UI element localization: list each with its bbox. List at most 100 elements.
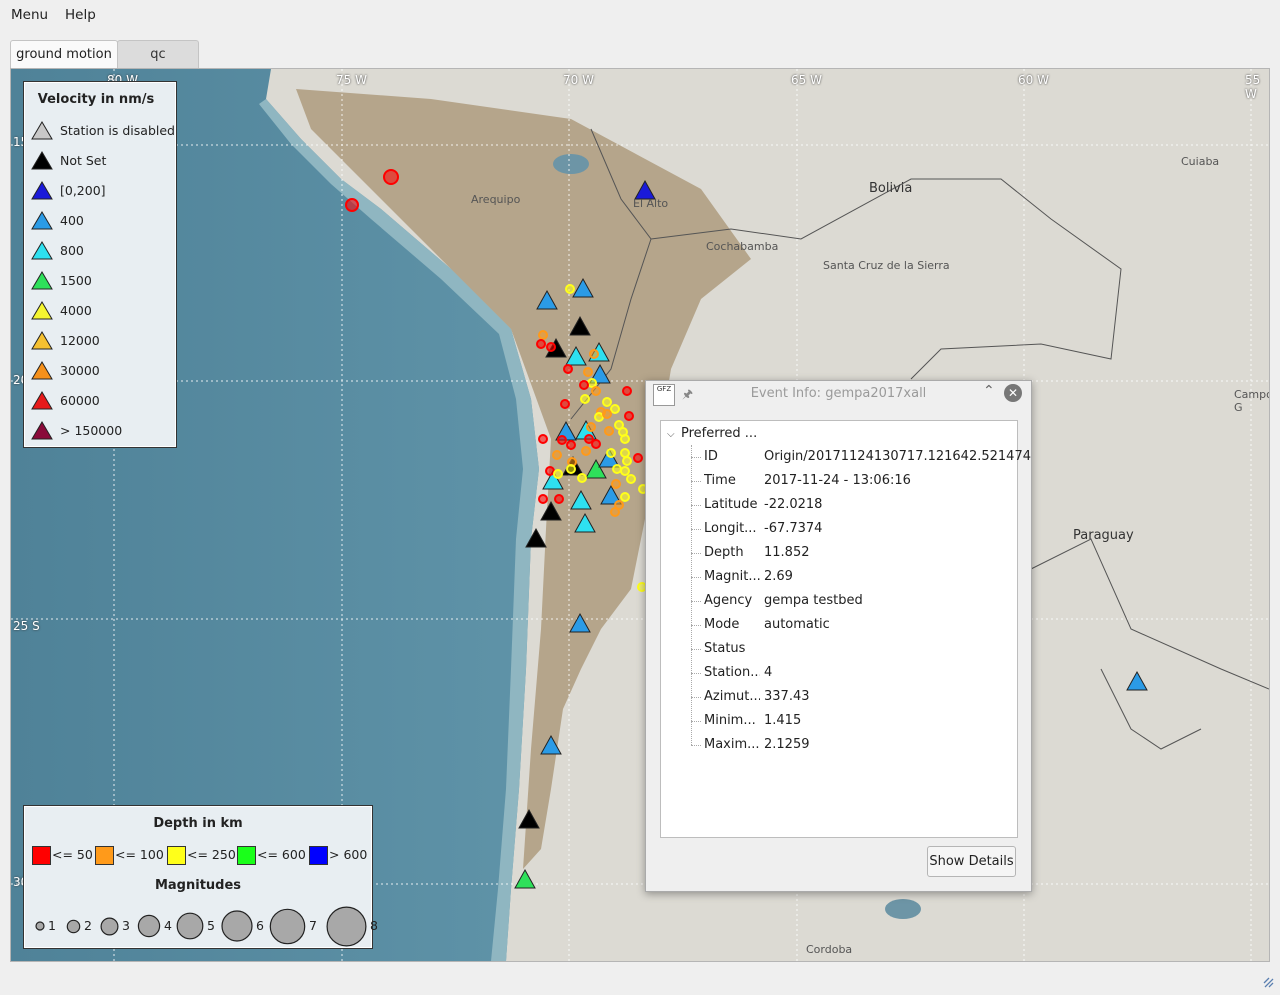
tree-branch xyxy=(691,697,701,698)
place-label: El Alto xyxy=(633,197,669,210)
tree-row-value: 4 xyxy=(764,665,773,680)
event-marker[interactable] xyxy=(624,411,634,421)
lon-label: 65 W xyxy=(791,73,822,87)
event-marker[interactable] xyxy=(606,448,616,458)
event-marker[interactable] xyxy=(563,364,573,374)
event-marker[interactable] xyxy=(587,378,597,388)
tree-branch xyxy=(691,481,701,482)
tree-root-preferred[interactable]: ⌵ Preferred ... xyxy=(667,426,757,441)
tab-ground-motion[interactable]: ground motion xyxy=(10,40,118,69)
tree-row[interactable]: Magnit... 2.69 xyxy=(691,565,1011,589)
event-info-tree[interactable]: ⌵ Preferred ... ID Origin/20171124130717.1… xyxy=(660,420,1031,838)
event-marker[interactable] xyxy=(612,464,622,474)
event-marker[interactable] xyxy=(622,456,632,466)
tree-row[interactable]: Latitude -22.0218 xyxy=(691,493,1011,517)
event-marker[interactable] xyxy=(560,399,570,409)
country-label: Bolivia xyxy=(869,181,913,196)
tree-row[interactable]: Azimut... 337.43 xyxy=(691,685,1011,709)
velocity-legend-item: 30000 xyxy=(30,360,178,382)
resize-grip-icon[interactable] xyxy=(1262,976,1276,990)
event-marker[interactable] xyxy=(604,426,614,436)
event-marker[interactable] xyxy=(610,404,620,414)
velocity-legend-label: Not Set xyxy=(60,153,107,168)
lon-label: 55 W xyxy=(1245,73,1261,101)
menu-item-help[interactable]: Help xyxy=(63,7,98,23)
event-marker[interactable] xyxy=(591,439,601,449)
velocity-legend-item: 60000 xyxy=(30,390,178,412)
tree-branch xyxy=(691,601,701,602)
velocity-legend-item: 800 xyxy=(30,240,178,262)
event-marker[interactable] xyxy=(577,473,587,483)
event-marker[interactable] xyxy=(620,492,630,502)
show-details-button[interactable]: Show Details xyxy=(927,846,1016,877)
event-marker[interactable] xyxy=(620,466,630,476)
magnitude-label: 8 xyxy=(370,918,378,933)
magnitude-label: 5 xyxy=(207,918,215,933)
triangle-icon xyxy=(31,121,53,140)
depth-color-swatch xyxy=(32,846,51,865)
depth-legend-title: Depth in km xyxy=(153,816,243,831)
tree-row[interactable]: Depth 11.852 xyxy=(691,541,1011,565)
event-marker[interactable] xyxy=(602,409,612,419)
event-marker[interactable] xyxy=(536,339,546,349)
event-marker[interactable] xyxy=(538,434,548,444)
event-marker[interactable] xyxy=(345,198,359,212)
event-marker[interactable] xyxy=(557,435,567,445)
event-marker[interactable] xyxy=(566,464,576,474)
close-icon[interactable]: ✕ xyxy=(1004,384,1022,402)
event-marker[interactable] xyxy=(591,386,601,396)
tree-branch xyxy=(691,553,701,554)
event-marker[interactable] xyxy=(589,349,599,359)
tree-branch xyxy=(691,505,701,506)
event-marker[interactable] xyxy=(626,474,636,484)
menu-item-menu[interactable]: Menu xyxy=(9,7,50,23)
event-marker[interactable] xyxy=(579,380,589,390)
tree-row[interactable]: Station... 4 xyxy=(691,661,1011,685)
event-marker[interactable] xyxy=(586,422,596,432)
tree-row[interactable]: Mode automatic xyxy=(691,613,1011,637)
velocity-legend-label: 4000 xyxy=(60,303,92,318)
tree-row[interactable]: Maxim... 2.1259 xyxy=(691,733,1011,757)
magnitude-label: 6 xyxy=(256,918,264,933)
tree-row[interactable]: Longit... -67.7374 xyxy=(691,517,1011,541)
tree-row[interactable]: Status xyxy=(691,637,1011,661)
event-marker[interactable] xyxy=(581,446,591,456)
menu-bar: Menu Help xyxy=(0,0,1280,32)
event-marker[interactable] xyxy=(554,494,564,504)
dialog-titlebar[interactable]: GFZ 🖈 Event Info: gempa2017xall ⌃ ✕ xyxy=(646,381,1031,407)
collapse-icon[interactable]: ⌃ xyxy=(983,383,995,399)
event-marker[interactable] xyxy=(552,450,562,460)
tree-row-value: 2.69 xyxy=(764,569,793,584)
tree-row[interactable]: Agency gempa testbed xyxy=(691,589,1011,613)
event-marker[interactable] xyxy=(580,394,590,404)
magnitude-label: 7 xyxy=(309,918,317,933)
tree-row[interactable]: ID Origin/20171124130717.121642.521474 xyxy=(691,445,1031,469)
event-marker[interactable] xyxy=(620,434,630,444)
event-marker[interactable] xyxy=(611,479,621,489)
event-marker[interactable] xyxy=(566,440,576,450)
event-marker[interactable] xyxy=(622,386,632,396)
event-marker[interactable] xyxy=(594,412,604,422)
event-marker[interactable] xyxy=(620,448,630,458)
event-marker[interactable] xyxy=(538,330,548,340)
tree-row[interactable]: Minim... 1.415 xyxy=(691,709,1011,733)
event-marker[interactable] xyxy=(546,342,556,352)
tree-row[interactable]: Time 2017-11-24 - 13:06:16 xyxy=(691,469,1011,493)
tab-qc[interactable]: qc xyxy=(117,40,199,69)
event-marker[interactable] xyxy=(565,284,575,294)
event-marker[interactable] xyxy=(545,466,555,476)
map-view[interactable]: 80 W 75 W 70 W 65 W 60 W 55 W 15 S 20 S … xyxy=(10,68,1270,962)
chevron-down-icon[interactable]: ⌵ xyxy=(667,429,681,440)
event-marker[interactable] xyxy=(633,453,643,463)
tree-row-value: automatic xyxy=(764,617,830,632)
magnitude-label: 4 xyxy=(164,918,172,933)
event-marker[interactable] xyxy=(602,397,612,407)
event-marker[interactable] xyxy=(383,169,399,185)
event-marker[interactable] xyxy=(553,469,563,479)
tree-row-value: -22.0218 xyxy=(764,497,823,512)
event-marker[interactable] xyxy=(583,367,593,377)
event-marker[interactable] xyxy=(538,494,548,504)
tree-branch xyxy=(691,721,701,722)
tree-row-value: 1.415 xyxy=(764,713,802,728)
event-marker[interactable] xyxy=(610,507,620,517)
